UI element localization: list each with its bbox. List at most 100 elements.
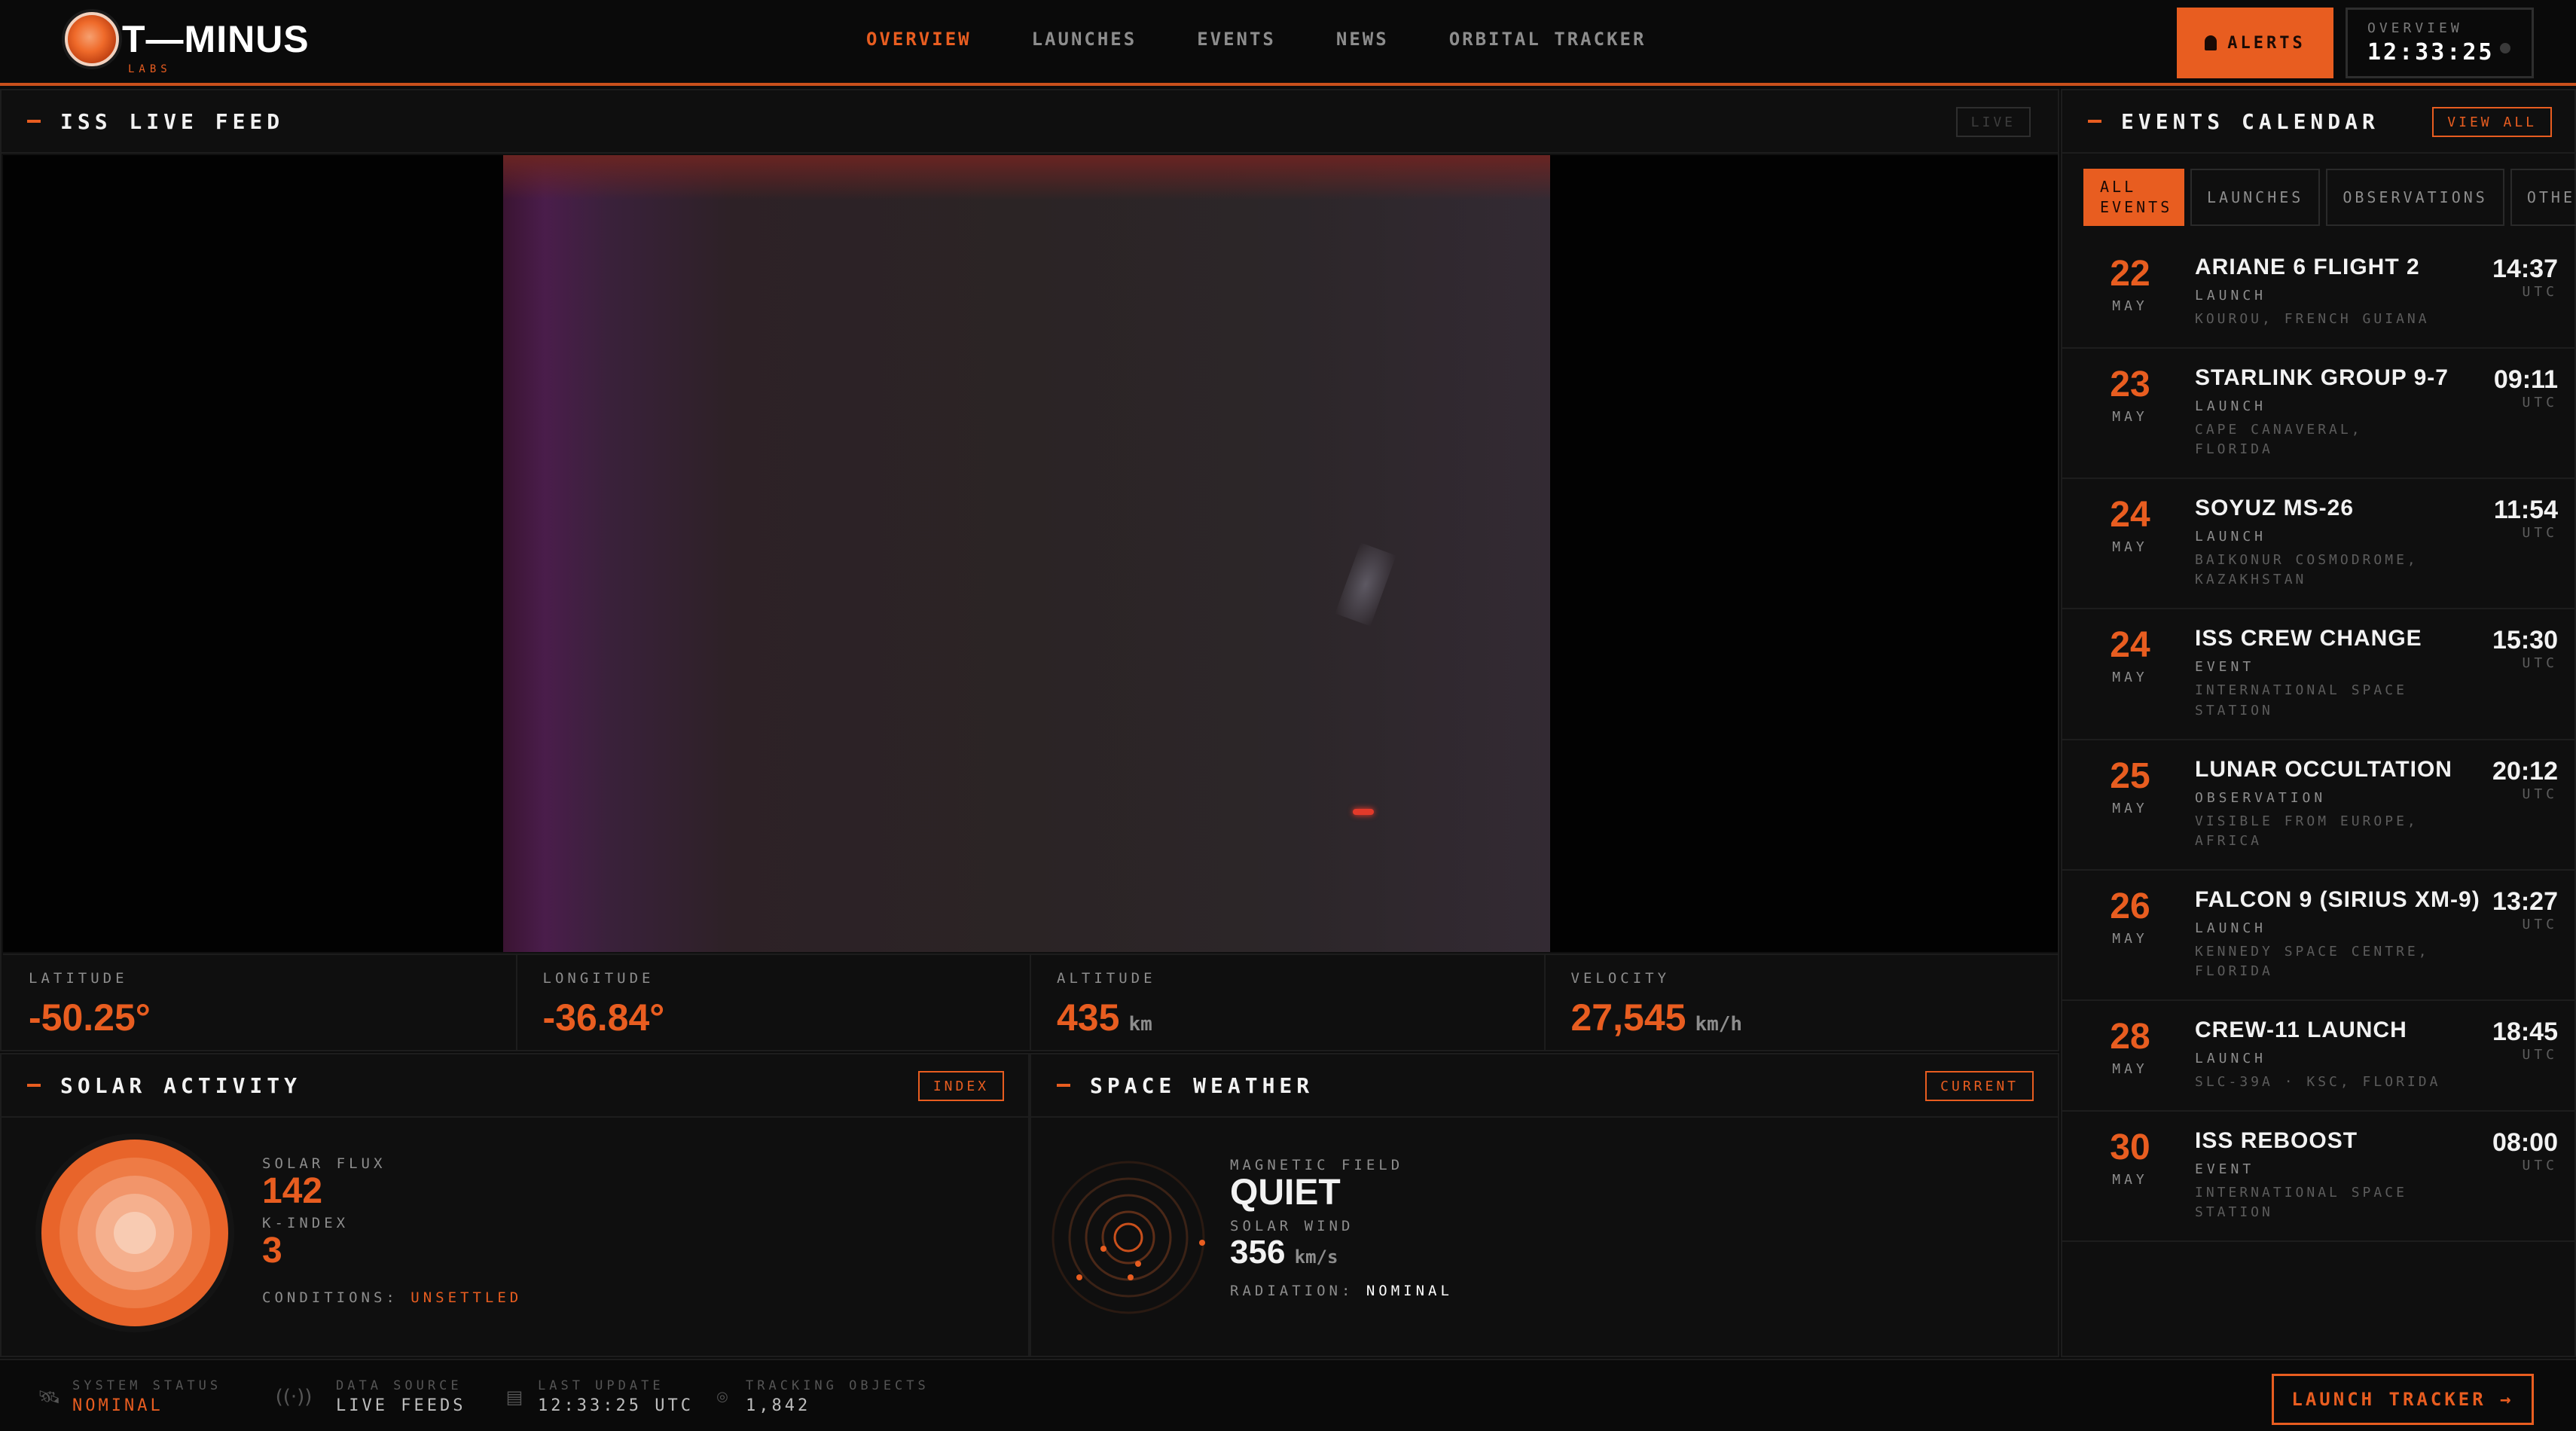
view-all-button[interactable]: VIEW ALL xyxy=(2432,107,2552,137)
solar-wind-line: 356 km/s xyxy=(1230,1234,1453,1271)
event-hour: 14:37 xyxy=(2492,255,2558,283)
tracking-objects-label: TRACKING OBJECTS xyxy=(746,1378,929,1393)
events-header: EVENTS CALENDAR VIEW ALL xyxy=(2062,90,2574,154)
solar-wind-label: SOLAR WIND xyxy=(1230,1217,1354,1234)
nav-launches[interactable]: LAUNCHES xyxy=(1032,29,1137,50)
event-tz: UTC xyxy=(2522,1047,2558,1063)
event-month: MAY xyxy=(2112,800,2148,816)
light-spot xyxy=(1353,809,1374,815)
status-dot-icon xyxy=(2500,43,2510,53)
nav-overview[interactable]: OVERVIEW xyxy=(866,29,972,50)
bell-icon xyxy=(2205,35,2217,50)
event-item[interactable]: 23 MAY STARLINK GROUP 9-7 LAUNCH CAPE CAN… xyxy=(2062,349,2576,480)
telemetry-label: LATITUDE xyxy=(29,970,128,987)
filter-observations[interactable]: OBSERVATIONS xyxy=(2326,169,2504,226)
last-update-value: 12:33:25 UTC xyxy=(538,1396,694,1415)
event-time: 18:45 UTC xyxy=(2492,1018,2558,1063)
event-item[interactable]: 28 MAY CREW-11 LAUNCH LAUNCH SLC-39A · KS… xyxy=(2062,1001,2576,1112)
feed-title: ISS LIVE FEED xyxy=(60,108,285,134)
magnetic-field-label: MAGNETIC FIELD xyxy=(1230,1157,1404,1173)
brand-sub: LABS xyxy=(128,63,172,75)
weather-stats: MAGNETIC FIELD QUIET SOLAR WIND 356 km/s… xyxy=(1230,1157,1453,1299)
events-calendar-panel: EVENTS CALENDAR VIEW ALL ALL EVENTS LAUN… xyxy=(2061,89,2576,1357)
event-location: SLC-39A · KSC, FLORIDA xyxy=(2195,1074,2441,1091)
conditions-value: UNSETTLED xyxy=(411,1289,523,1306)
solar-header: SOLAR ACTIVITY INDEX xyxy=(2,1054,1028,1118)
k-index-label: K-INDEX xyxy=(262,1214,349,1231)
dash-icon xyxy=(2088,120,2101,123)
event-day: 30 xyxy=(2110,1127,2150,1168)
event-hour: 13:27 xyxy=(2492,886,2558,916)
filter-launches[interactable]: LAUNCHES xyxy=(2190,169,2321,226)
telemetry-velocity: VELOCITY 27,545 km/h xyxy=(1546,955,2059,1051)
sun-logo-icon xyxy=(65,12,119,66)
telemetry-longitude: LONGITUDE -36.84° xyxy=(517,955,1031,1051)
event-day: 22 xyxy=(2110,254,2150,294)
event-date: 26 MAY xyxy=(2095,886,2165,947)
radiation-value: NOMINAL xyxy=(1366,1283,1453,1300)
telemetry-latitude: LATITUDE -50.25° xyxy=(3,955,517,1051)
event-month: MAY xyxy=(2112,409,2148,426)
conditions-line: CONDITIONS: UNSETTLED xyxy=(262,1289,522,1306)
event-time: 08:00 UTC xyxy=(2492,1128,2558,1173)
radiation-label: RADIATION: xyxy=(1230,1283,1354,1300)
event-list: 22 MAY ARIANE 6 FLIGHT 2 LAUNCH KOUROU, F… xyxy=(2062,238,2576,1243)
weather-title: SPACE WEATHER xyxy=(1090,1072,1314,1098)
event-date: 25 MAY xyxy=(2095,758,2165,816)
conditions-label: CONDITIONS: xyxy=(262,1289,398,1306)
launch-tracker-button[interactable]: LAUNCH TRACKER → xyxy=(2272,1374,2534,1425)
event-day: 24 xyxy=(2110,625,2150,666)
telemetry-value: -36.84° xyxy=(542,996,665,1039)
event-time: 15:30 UTC xyxy=(2492,626,2558,671)
event-location: KOUROU, FRENCH GUIANA xyxy=(2195,311,2430,327)
event-month: MAY xyxy=(2112,930,2148,947)
solar-flux-value: 142 xyxy=(262,1171,323,1211)
solar-flux-label: SOLAR FLUX xyxy=(262,1155,386,1172)
current-tag[interactable]: CURRENT xyxy=(1925,1071,2034,1101)
system-status: 🛰 SYSTEM STATUS NOMINAL xyxy=(38,1378,221,1415)
telemetry-value: -50.25° xyxy=(29,996,151,1039)
alerts-button[interactable]: ALERTS xyxy=(2177,8,2333,78)
filter-all-events[interactable]: ALL EVENTS xyxy=(2083,169,2184,226)
last-update: ▤ LAST UPDATE 12:33:25 UTC xyxy=(503,1378,694,1415)
filter-other[interactable]: OTHER xyxy=(2510,169,2576,226)
brand-logo[interactable]: T—MINUS LABS xyxy=(65,12,310,75)
event-item[interactable]: 22 MAY ARIANE 6 FLIGHT 2 LAUNCH KOUROU, F… xyxy=(2062,238,2576,349)
cloud-streak xyxy=(1335,542,1396,627)
nav-events[interactable]: EVENTS xyxy=(1197,29,1276,50)
video-player[interactable] xyxy=(3,155,2058,952)
index-tag[interactable]: INDEX xyxy=(917,1071,1004,1101)
telemetry-value: 27,545 xyxy=(1570,996,1686,1039)
event-location: INTERNATIONAL SPACE STATION xyxy=(2195,682,2407,719)
telemetry-unit: km/h xyxy=(1695,1013,1743,1036)
event-day: 26 xyxy=(2110,886,2150,926)
tracking-objects-value: 1,842 xyxy=(746,1396,811,1415)
event-location: VISIBLE FROM EUROPE, AFRICA xyxy=(2195,813,2419,849)
event-item[interactable]: 24 MAY ISS CREW CHANGE EVENT INTERNATIONA… xyxy=(2062,609,2576,740)
brand-name: T—MINUS xyxy=(122,18,310,60)
solar-title: SOLAR ACTIVITY xyxy=(60,1072,302,1098)
event-item[interactable]: 26 MAY FALCON 9 (SIRIUS XM-9) LAUNCH KENN… xyxy=(2062,871,2576,1002)
top-header: T—MINUS LABS OVERVIEW LAUNCHES EVENTS NE… xyxy=(0,0,2576,86)
event-hour: 20:12 xyxy=(2492,756,2558,786)
event-time: 20:12 UTC xyxy=(2492,757,2558,802)
event-item[interactable]: 24 MAY SOYUZ MS-26 LAUNCH BAIKONUR COSMOD… xyxy=(2062,479,2576,610)
event-date: 24 MAY xyxy=(2095,625,2165,686)
event-location: INTERNATIONAL SPACE STATION xyxy=(2195,1185,2407,1221)
event-filters: ALL EVENTS LAUNCHES OBSERVATIONS OTHER xyxy=(2083,169,2576,226)
main-nav: OVERVIEW LAUNCHES EVENTS NEWS ORBITAL TR… xyxy=(866,29,1706,50)
data-source-value: LIVE FEEDS xyxy=(336,1396,466,1415)
event-item[interactable]: 25 MAY LUNAR OCCULTATION OBSERVATION VISI… xyxy=(2062,740,2576,871)
event-item[interactable]: 30 MAY ISS REBOOST EVENT INTERNATIONAL SP… xyxy=(2062,1112,2576,1243)
event-day: 24 xyxy=(2110,495,2150,535)
data-source-label: DATA SOURCE xyxy=(336,1378,462,1393)
space-weather-panel: SPACE WEATHER CURRENT MAGNETIC FIELD QUI… xyxy=(1030,1053,2059,1357)
nav-news[interactable]: NEWS xyxy=(1336,29,1389,50)
clock-time: 12:33:25 xyxy=(2367,39,2495,66)
event-date: 23 MAY xyxy=(2095,367,2165,426)
clock-widget: OVERVIEW 12:33:25 xyxy=(2346,8,2534,78)
solar-activity-panel: SOLAR ACTIVITY INDEX SOLAR FLUX 142 K-IN… xyxy=(0,1053,1030,1357)
event-time: 11:54 UTC xyxy=(2494,496,2558,541)
nav-orbital-tracker[interactable]: ORBITAL TRACKER xyxy=(1449,29,1647,50)
telemetry-label: LONGITUDE xyxy=(542,970,655,987)
